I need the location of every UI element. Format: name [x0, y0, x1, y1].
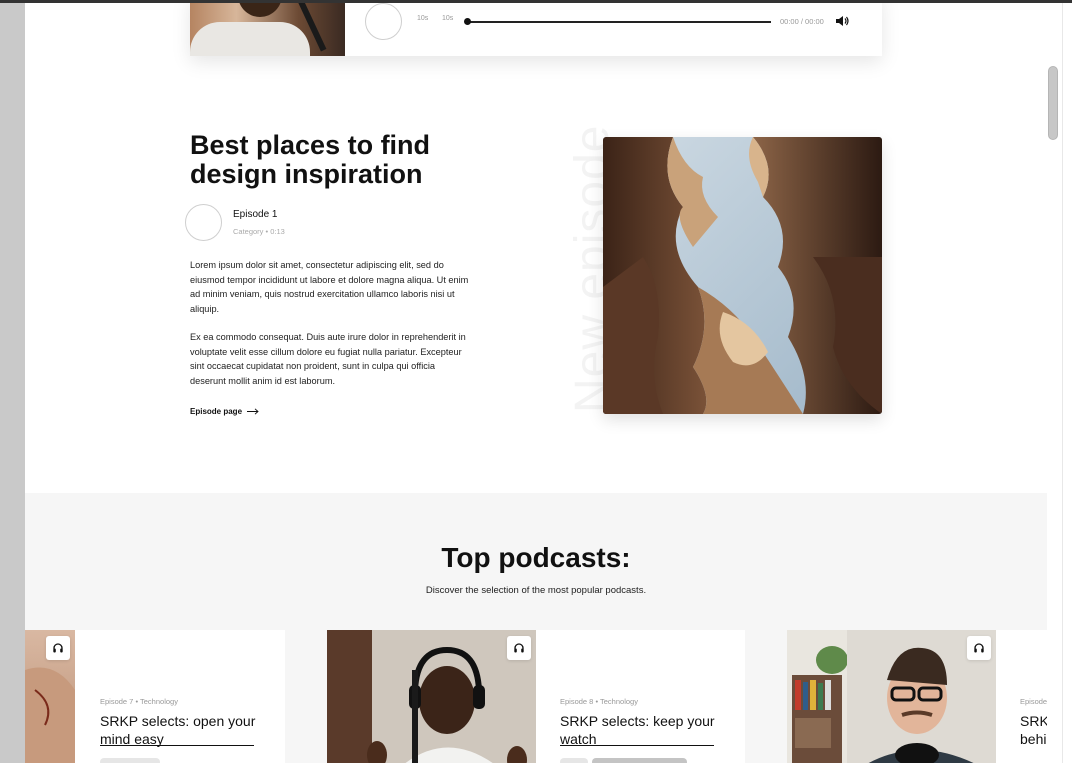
card-footer-text	[100, 758, 160, 763]
top-podcasts-section: Top podcasts: Discover the selection of …	[25, 493, 1047, 763]
podcast-card-meta: Episode 7 • Technology	[100, 697, 178, 706]
skip-forward-button[interactable]: 10s	[442, 15, 453, 22]
card-footer-text	[560, 758, 588, 763]
title-underline	[560, 745, 714, 746]
headphones-icon	[967, 636, 991, 660]
arrow-right-icon	[247, 408, 259, 415]
episode-description-2: Ex ea commodo consequat. Duis aute irure…	[190, 332, 466, 386]
headphones-icon	[46, 636, 70, 660]
podcast-card[interactable]: Episode 7 • Technology SRKP selects: ope…	[25, 630, 285, 763]
episode-title: Best places to find design inspiration	[190, 130, 431, 189]
podcast-card-image	[327, 630, 536, 763]
headphones-icon	[507, 636, 531, 660]
host-avatar	[185, 204, 222, 241]
episode-number: Episode 1	[233, 209, 278, 220]
podcast-card-title[interactable]: SRKP selects: keep your watch	[560, 712, 725, 748]
scrollbar-track[interactable]	[1062, 3, 1072, 763]
top-podcasts-title: Top podcasts:	[441, 542, 631, 573]
episode-page-link[interactable]: Episode page	[190, 407, 259, 416]
podcast-card-meta: Episode	[1020, 697, 1047, 706]
scrollbar-thumb[interactable]	[1048, 66, 1058, 140]
time-readout: 00:00 / 00:00	[780, 17, 824, 26]
podcast-card-image	[787, 630, 996, 763]
page: 10s 10s 00:00 / 00:00 New episode Best p…	[25, 3, 1047, 763]
podcast-card[interactable]: Episode 8 • Technology SRKP selects: kee…	[327, 630, 745, 763]
skip-back-button[interactable]: 10s	[417, 15, 428, 22]
podcast-card[interactable]: Episode SRK behi	[787, 630, 1047, 763]
progress-track[interactable]	[467, 21, 771, 23]
top-podcasts-subtitle: Discover the selection of the most popul…	[425, 585, 647, 596]
progress-handle[interactable]	[464, 18, 471, 25]
podcast-card-title[interactable]: SRKP selects: open your mind easy	[100, 712, 265, 748]
title-underline	[100, 745, 254, 746]
card-footer-tag	[592, 758, 687, 763]
host-photo	[190, 3, 345, 56]
podcast-card-title[interactable]: SRK behi	[1020, 712, 1047, 748]
episode-meta: Category • 0:13	[233, 227, 285, 236]
audio-player-card: 10s 10s 00:00 / 00:00	[190, 3, 882, 56]
episode-cover-image	[603, 137, 882, 414]
episode-description-1: Lorem ipsum dolor sit amet, consectetur …	[190, 260, 469, 314]
play-button[interactable]	[365, 3, 402, 40]
podcast-card-meta: Episode 8 • Technology	[560, 697, 638, 706]
volume-icon[interactable]	[835, 15, 849, 27]
episode-page-link-label: Episode page	[190, 407, 243, 416]
